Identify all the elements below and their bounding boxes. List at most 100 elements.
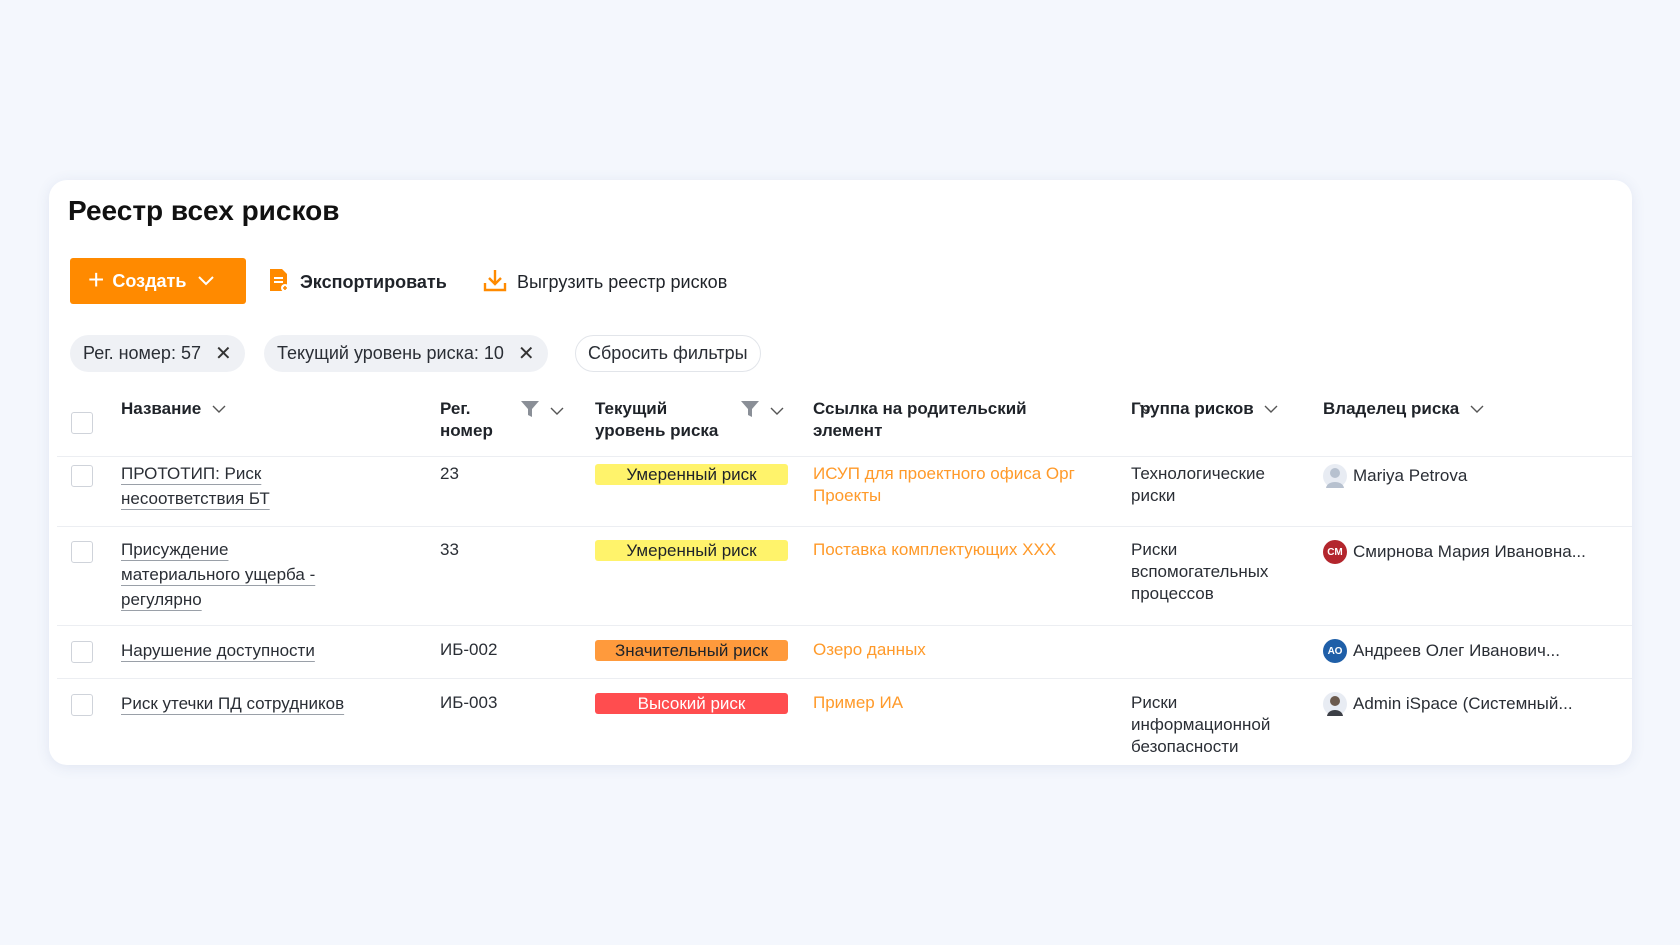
reset-filters-label: Сбросить фильтры: [588, 343, 748, 363]
close-icon[interactable]: ✕: [215, 344, 232, 364]
parent-element-link[interactable]: ИСУП для проектного офиса Орг Проекты: [813, 463, 1075, 507]
parent-link-line: Проекты: [813, 486, 882, 505]
parent-link-line: Пример ИА: [813, 693, 904, 712]
column-header-label: элемент: [813, 421, 883, 440]
risk-name-line: Риск утечки ПД сотрудников: [121, 694, 345, 713]
download-label: Выгрузить реестр рисков: [517, 271, 728, 292]
risk-level-header-controls: [740, 400, 784, 423]
row-checkbox[interactable]: [71, 465, 93, 487]
risk-group-line: Риски: [1131, 693, 1178, 712]
column-header-risk-level[interactable]: Текущий уровень риска: [595, 398, 718, 442]
parent-element-link[interactable]: Поставка комплектующих ХХХ: [813, 539, 1056, 561]
download-icon: [483, 268, 507, 297]
chevron-down-icon: [198, 276, 215, 286]
chevron-down-icon[interactable]: [1264, 399, 1278, 418]
column-header-label: уровень риска: [595, 421, 719, 440]
column-header-label: Название: [121, 399, 202, 418]
plus-icon: +: [88, 263, 105, 295]
column-header-label: Текущий: [595, 399, 668, 418]
column-header-label: номер: [440, 421, 493, 440]
page-title: Реестр всех рисков: [68, 195, 340, 226]
reg-number: 33: [440, 540, 459, 559]
reg-number: 23: [440, 464, 459, 483]
parent-link-line: Озеро данных: [813, 640, 926, 659]
risk-level-badge: Умеренный риск: [595, 464, 788, 485]
risk-owner[interactable]: Mariya Petrova: [1323, 464, 1467, 488]
owner-name: Admin iSpace (Системный...: [1353, 694, 1573, 713]
select-all-checkbox[interactable]: [71, 412, 93, 434]
chevron-down-icon[interactable]: [1470, 399, 1484, 418]
parent-link-line: ИСУП для проектного офиса Орг: [813, 464, 1075, 483]
close-icon[interactable]: ✕: [518, 344, 535, 364]
risk-name-link[interactable]: ПРОТОТИП: Риск несоответствия БТ: [121, 461, 270, 511]
divider: [57, 678, 1632, 679]
chevron-down-icon[interactable]: [770, 403, 784, 421]
column-header-name[interactable]: Название: [121, 398, 226, 420]
parent-link-line: Поставка комплектующих ХХХ: [813, 540, 1057, 559]
risk-name-line: ПРОТОТИП: Риск: [121, 464, 262, 483]
risk-name-link[interactable]: Риск утечки ПД сотрудников: [121, 691, 344, 716]
risk-name-link[interactable]: Нарушение доступности: [121, 638, 315, 663]
risk-level-badge: Высокий риск: [595, 693, 788, 714]
risk-name-line: несоответствия БТ: [121, 489, 270, 508]
risk-owner[interactable]: АО Андреев Олег Иванович...: [1323, 639, 1560, 663]
filter-chip-label: Текущий уровень риска: 10: [277, 343, 504, 363]
reg-number: ИБ-002: [440, 640, 498, 659]
reg-number-header-controls: [520, 400, 564, 423]
risk-group-line: процессов: [1131, 584, 1214, 603]
owner-name: Андреев Олег Иванович...: [1353, 641, 1561, 660]
risk-group: Технологические риски: [1131, 463, 1265, 507]
risk-group-line: вспомогательных: [1131, 562, 1269, 581]
export-button[interactable]: Экспортировать: [268, 268, 447, 296]
column-header-label: Владелец риска: [1323, 399, 1460, 418]
risk-name-link[interactable]: Присуждение материального ущерба - регул…: [121, 537, 315, 612]
risk-owner[interactable]: СМ Смирнова Мария Ивановна...: [1323, 540, 1586, 564]
risk-group: Риски вспомогательных процессов: [1131, 539, 1268, 605]
risk-group-line: риски: [1131, 486, 1176, 505]
column-header-label: Группа рисков: [1131, 399, 1254, 418]
chevron-down-icon[interactable]: [212, 399, 226, 418]
reg-number: ИБ-003: [440, 693, 498, 712]
owner-name: Mariya Petrova: [1353, 466, 1468, 485]
create-button-label: Создать: [112, 270, 187, 291]
column-header-label: Ссылка на родительский: [813, 399, 1027, 418]
chevron-down-icon[interactable]: [550, 403, 564, 421]
risk-group-line: информационной: [1131, 715, 1271, 734]
divider: [57, 625, 1632, 626]
risk-owner[interactable]: Admin iSpace (Системный...: [1323, 692, 1573, 716]
risk-registry-card: Реестр всех рисков + Создать Экспортиров…: [49, 180, 1632, 765]
risk-name-line: регулярно: [121, 590, 202, 609]
reset-filters-button[interactable]: Сбросить фильтры: [575, 335, 761, 372]
row-checkbox[interactable]: [71, 694, 93, 716]
risk-level-badge: Умеренный риск: [595, 540, 788, 561]
risk-name-line: материального ущерба -: [121, 565, 316, 584]
filter-icon[interactable]: [520, 400, 540, 423]
filter-icon[interactable]: [740, 400, 760, 423]
avatar: [1323, 692, 1347, 716]
column-header-reg-number[interactable]: Рег. номер: [440, 398, 493, 442]
risk-name-line: Присуждение: [121, 540, 229, 559]
export-label: Экспортировать: [300, 271, 447, 292]
avatar: [1323, 464, 1347, 488]
parent-element-link[interactable]: Пример ИА: [813, 692, 903, 714]
avatar: АО: [1323, 639, 1347, 663]
risk-group-line: Риски: [1131, 540, 1178, 559]
filter-chip-label: Рег. номер: 57: [83, 343, 201, 363]
divider: [57, 456, 1632, 457]
row-checkbox[interactable]: [71, 541, 93, 563]
divider: [57, 526, 1632, 527]
column-header-risk-owner[interactable]: Владелец риска: [1323, 398, 1484, 420]
column-header-risk-group[interactable]: Группа рисков: [1131, 398, 1278, 420]
row-checkbox[interactable]: [71, 641, 93, 663]
owner-name: Смирнова Мария Ивановна...: [1353, 542, 1586, 561]
parent-element-link[interactable]: Озеро данных: [813, 639, 926, 661]
risk-group-line: безопасности: [1131, 737, 1239, 756]
column-header-parent-link[interactable]: Ссылка на родительский элемент: [813, 398, 1027, 442]
column-header-label: Рег.: [440, 399, 471, 418]
create-button[interactable]: + Создать: [70, 258, 246, 304]
risk-group: Риски информационной безопасности: [1131, 692, 1270, 758]
risk-group-line: Технологические: [1131, 464, 1265, 483]
export-icon: [268, 267, 290, 298]
risk-level-badge: Значительный риск: [595, 640, 788, 661]
download-registry-button[interactable]: Выгрузить реестр рисков: [483, 268, 727, 296]
